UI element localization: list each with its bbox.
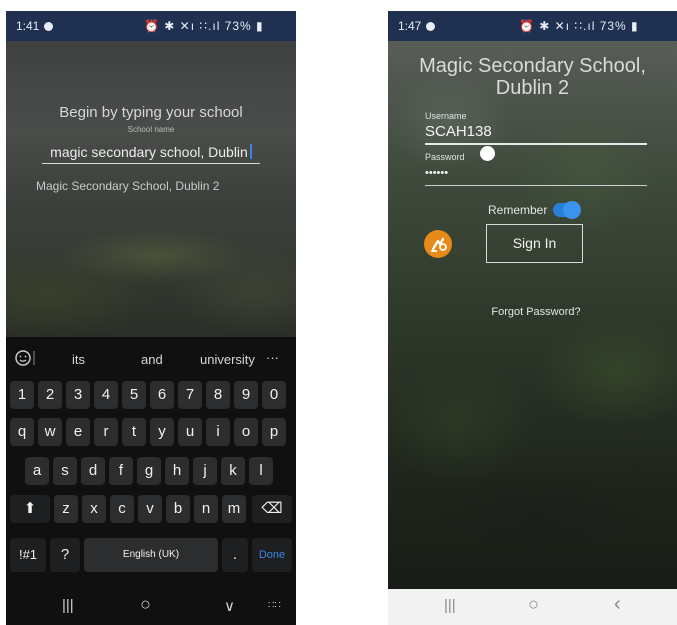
key[interactable]: t — [122, 418, 146, 446]
key[interactable]: j — [193, 457, 217, 485]
password-underline — [425, 185, 647, 186]
hide-keyboard-icon[interactable]: ∨ — [224, 597, 235, 615]
nav-bar: ||| ○ ∨ ∷∷ — [6, 589, 296, 625]
school-title: Magic Secondary School, Dublin 2 — [388, 55, 677, 99]
key[interactable]: f — [109, 457, 133, 485]
key[interactable]: r — [94, 418, 118, 446]
status-icons: ⏰ ✱ ✕ı ∷.ıl 73% ▮ — [144, 19, 264, 33]
school-search-input[interactable]: magic secondary school, Dublin — [42, 141, 260, 164]
key[interactable]: p — [262, 418, 286, 446]
key[interactable]: 7 — [178, 381, 202, 409]
keyboard-suggestion-bar: its and university ··· — [6, 337, 296, 379]
symbols-key[interactable]: !#1 — [10, 538, 46, 572]
key[interactable]: 9 — [234, 381, 258, 409]
notification-icon — [426, 22, 436, 31]
app-logo-icon — [424, 230, 452, 258]
backspace-icon: ⌫ — [261, 500, 283, 517]
key[interactable]: z — [54, 495, 78, 523]
status-bar: 1:41 ⏰ ✱ ✕ı ∷.ıl 73% ▮ — [6, 11, 296, 41]
home-icon[interactable]: ○ — [528, 594, 539, 615]
key[interactable]: 6 — [150, 381, 174, 409]
key[interactable]: m — [222, 495, 246, 523]
key[interactable]: w — [38, 418, 62, 446]
notification-icon — [44, 22, 54, 31]
forgot-password-link[interactable]: Forgot Password? — [388, 306, 677, 318]
key[interactable]: k — [221, 457, 245, 485]
key[interactable]: v — [138, 495, 162, 523]
login-screen: 1:47 ⏰ ✱ ✕ı ∷.ıl 73% ▮ Magic Secondary S… — [388, 11, 677, 625]
key[interactable]: 4 — [94, 381, 118, 409]
username-underline — [425, 143, 647, 145]
username-label: Username — [425, 111, 467, 121]
home-icon[interactable]: ○ — [140, 594, 151, 615]
password-field[interactable]: •••••• — [425, 167, 448, 179]
back-icon[interactable]: ‹ — [614, 593, 621, 616]
username-field[interactable]: SCAH138 — [425, 123, 492, 140]
remember-label: Remember — [488, 203, 548, 217]
key[interactable]: n — [194, 495, 218, 523]
key[interactable]: h — [165, 457, 189, 485]
more-suggestions-button[interactable]: ··· — [266, 350, 279, 365]
key[interactable]: 2 — [38, 381, 62, 409]
recent-apps-icon[interactable]: ||| — [62, 597, 74, 614]
keyboard-suggestion[interactable]: its — [72, 352, 85, 367]
school-title-line: Dublin 2 — [495, 77, 570, 99]
done-key[interactable]: Done — [252, 538, 292, 572]
backspace-key[interactable]: ⌫ — [252, 495, 292, 523]
question-key[interactable]: ? — [50, 538, 80, 572]
key[interactable]: g — [137, 457, 161, 485]
space-key[interactable]: English (UK) — [84, 538, 218, 572]
key[interactable]: o — [234, 418, 258, 446]
shift-key[interactable]: ⬆ — [10, 495, 50, 523]
recent-apps-icon[interactable]: ||| — [444, 597, 456, 614]
key[interactable]: u — [178, 418, 202, 446]
key[interactable]: y — [150, 418, 174, 446]
keyboard-suggestion[interactable]: university — [200, 352, 255, 367]
key[interactable]: 5 — [122, 381, 146, 409]
key[interactable]: b — [166, 495, 190, 523]
key[interactable]: q — [10, 418, 34, 446]
school-search-value: magic secondary school, Dublin — [50, 144, 248, 160]
school-search-screen: 1:41 ⏰ ✱ ✕ı ∷.ıl 73% ▮ Begin by typing y… — [6, 11, 296, 625]
key[interactable]: 0 — [262, 381, 286, 409]
toggle-knob — [563, 201, 581, 219]
key[interactable]: 3 — [66, 381, 90, 409]
school-name-label: School name — [127, 125, 175, 134]
keyboard-switch-icon[interactable]: ∷∷ — [268, 600, 281, 611]
school-suggestion-item[interactable]: Magic Secondary School, Dublin 2 — [36, 179, 219, 193]
status-time: 1:41 — [16, 19, 54, 33]
prompt-text: Begin by typing your school — [59, 104, 243, 121]
key[interactable]: 1 — [10, 381, 34, 409]
key[interactable]: a — [25, 457, 49, 485]
shift-icon: ⬆ — [23, 500, 37, 517]
key[interactable]: c — [110, 495, 134, 523]
password-label: Password — [425, 152, 465, 162]
key[interactable]: i — [206, 418, 230, 446]
status-bar: 1:47 ⏰ ✱ ✕ı ∷.ıl 73% ▮ — [388, 11, 677, 41]
remember-toggle[interactable] — [553, 201, 581, 219]
emoji-switch-icon[interactable] — [14, 349, 36, 367]
status-time: 1:47 — [398, 19, 436, 33]
key[interactable]: l — [249, 457, 273, 485]
nav-bar: ||| ○ ‹ — [388, 589, 677, 625]
text-cursor — [249, 144, 252, 159]
sign-in-button[interactable]: Sign In — [486, 224, 583, 263]
key[interactable]: d — [81, 457, 105, 485]
key[interactable]: s — [53, 457, 77, 485]
key[interactable]: e — [66, 418, 90, 446]
selection-handle[interactable] — [480, 146, 495, 161]
school-title-line: Magic Secondary School, — [419, 55, 646, 77]
key[interactable]: x — [82, 495, 106, 523]
key[interactable]: 8 — [206, 381, 230, 409]
period-key[interactable]: . — [222, 538, 248, 572]
status-icons: ⏰ ✱ ✕ı ∷.ıl 73% ▮ — [519, 19, 639, 33]
keyboard-suggestion[interactable]: and — [141, 352, 163, 367]
soft-keyboard: its and university ··· 1 2 3 4 5 6 7 8 9… — [6, 337, 296, 625]
